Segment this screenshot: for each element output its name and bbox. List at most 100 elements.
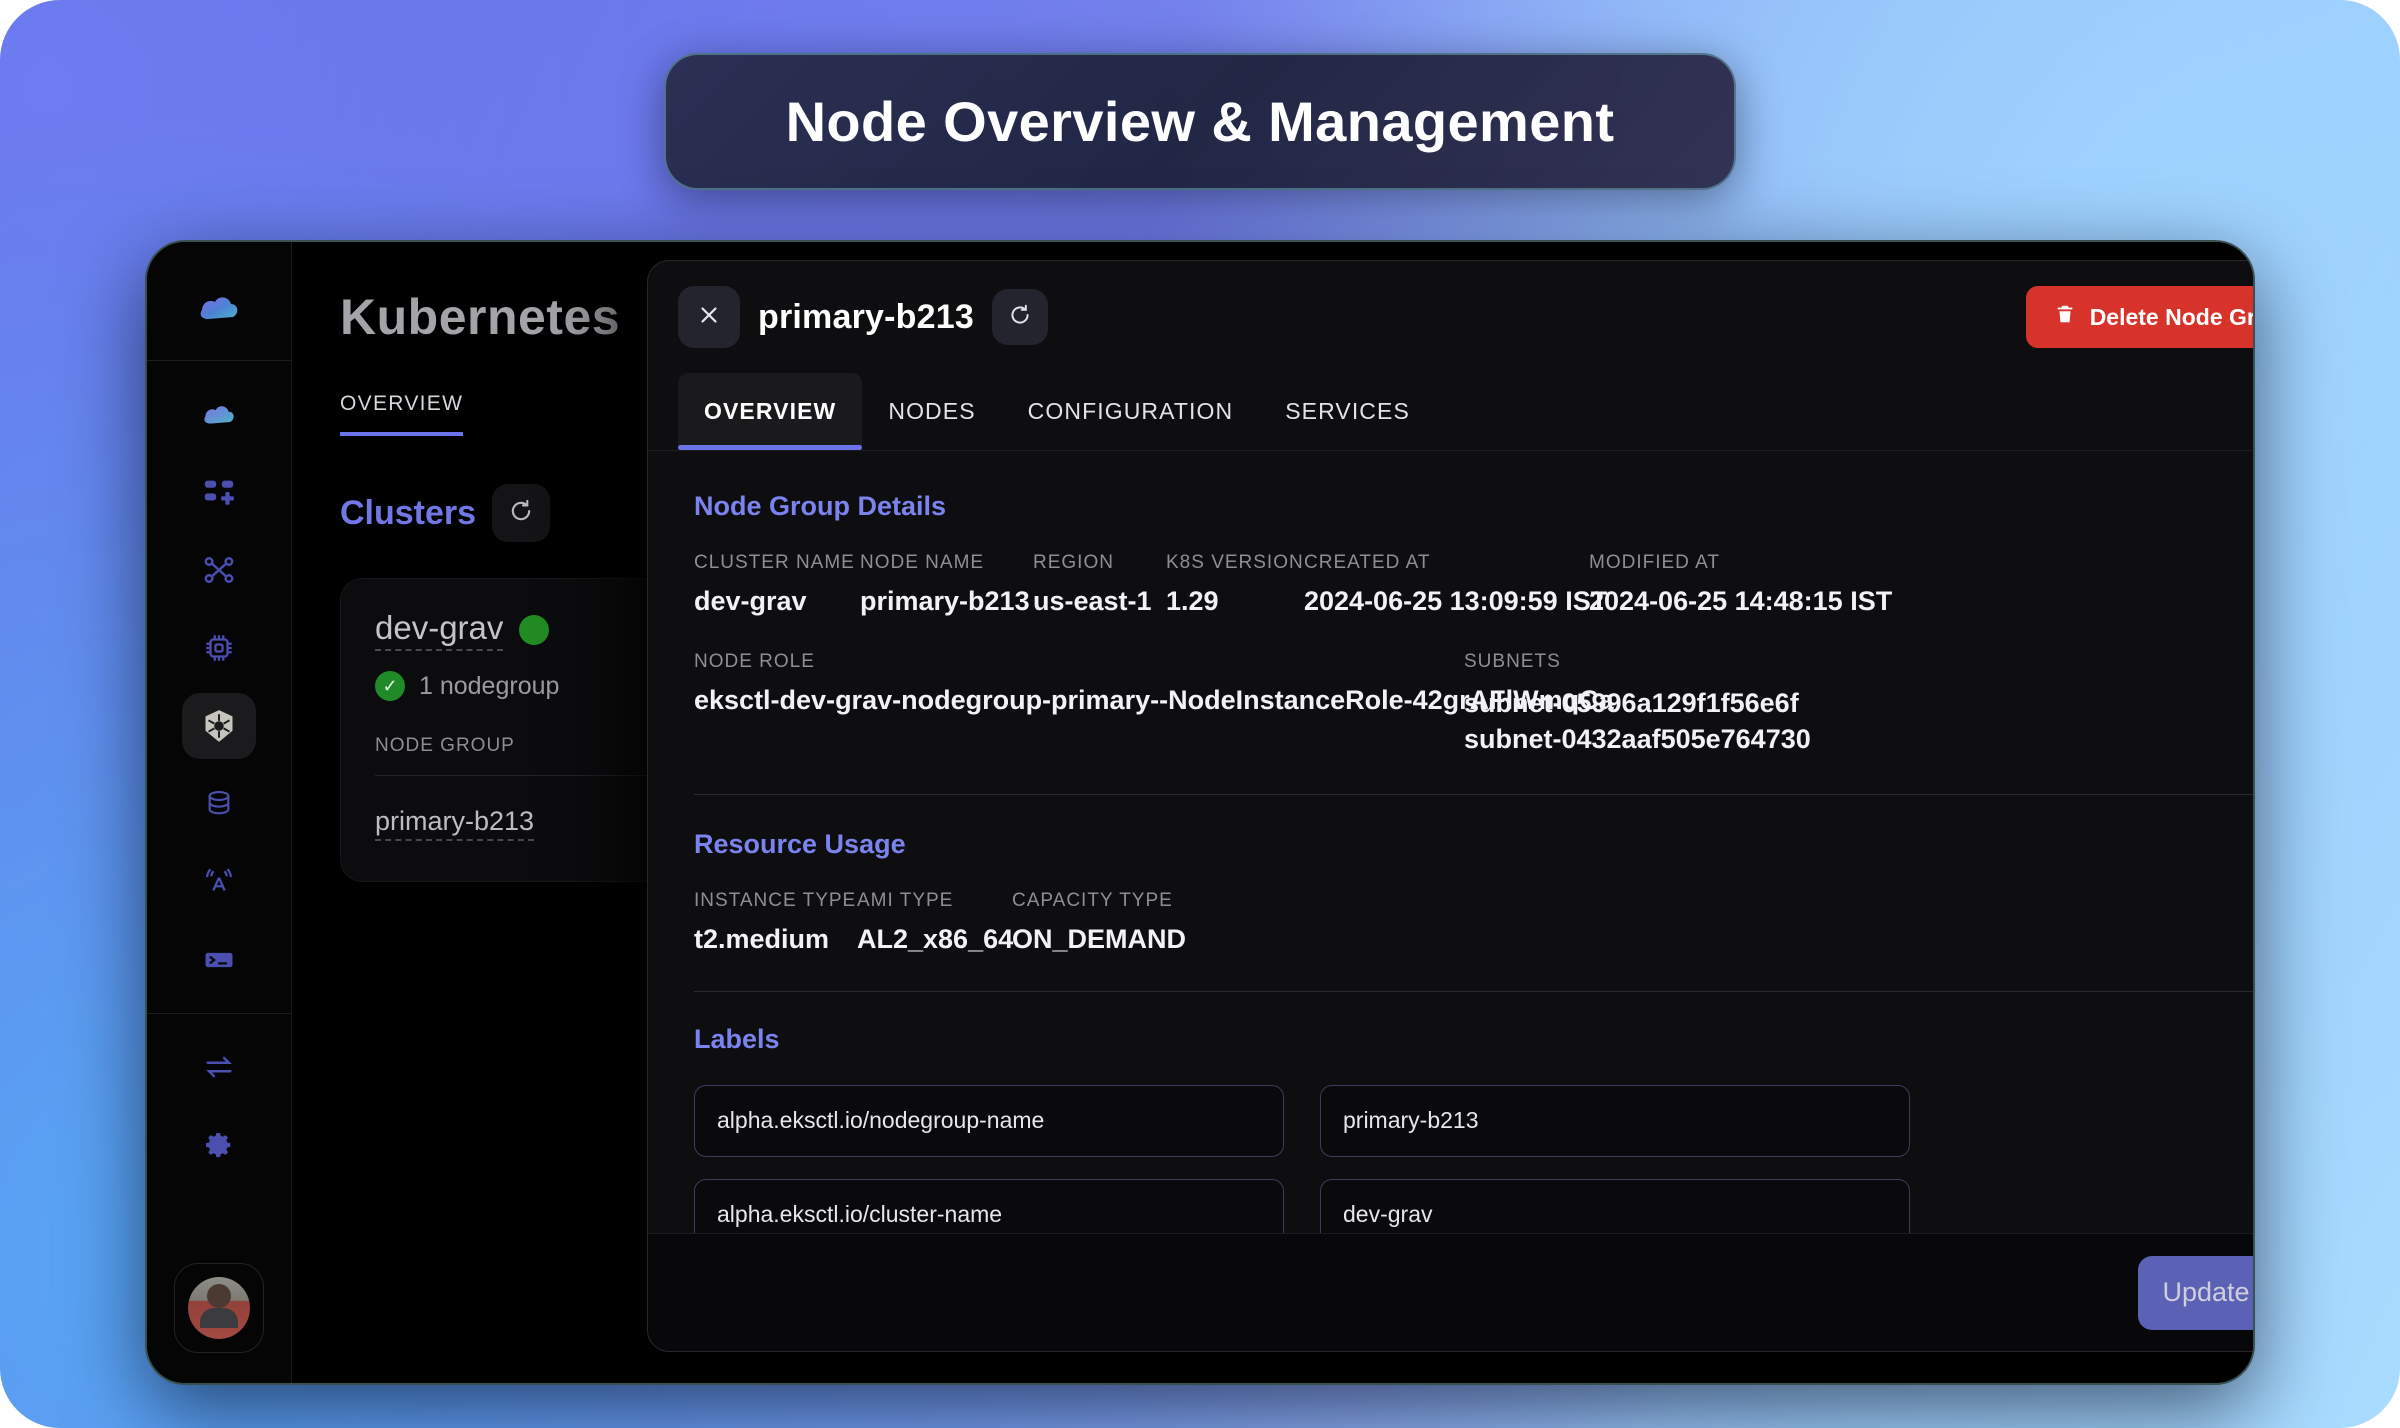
database-icon [203, 788, 235, 820]
field-node-name: NODE NAME primary-b213 [860, 552, 1033, 617]
field-value: subnet-05996a129f1f56e6f subnet-0432aaf5… [1464, 685, 1811, 758]
field-value: AL2_x86_64 [857, 924, 1012, 955]
avatar [188, 1277, 250, 1339]
clusters-refresh-button[interactable] [492, 484, 550, 542]
field-value: 1.29 [1166, 586, 1304, 617]
check-icon: ✓ [375, 671, 405, 701]
cluster-name[interactable]: dev-grav [375, 609, 503, 651]
cluster-status-badge [519, 615, 549, 645]
delete-node-group-label: Delete Node Group [2090, 304, 2253, 331]
modal-body: Node Group Details CLUSTER NAME dev-grav… [648, 451, 2253, 1233]
sidebar-item-logo[interactable] [182, 274, 256, 340]
sidebar-item-settings[interactable] [182, 1112, 256, 1178]
field-label: CREATED AT [1304, 552, 1589, 574]
field-label: CLUSTER NAME [694, 552, 860, 574]
field-value: eksctl-dev-grav-nodegroup-primary--NodeI… [694, 685, 1464, 716]
transfer-arrows-icon [202, 1050, 236, 1084]
page-tab-overview[interactable]: OVERVIEW [340, 392, 463, 436]
backdrop: Node Overview & Management [0, 0, 2400, 1428]
field-label: CAPACITY TYPE [1012, 890, 1186, 912]
modal-refresh-button[interactable] [992, 289, 1048, 345]
field-value: primary-b213 [860, 586, 1033, 617]
modal-tabs: OVERVIEW NODES CONFIGURATION SERVICES [648, 373, 2253, 451]
update-button[interactable]: Update [2138, 1256, 2253, 1330]
cluster-nodegroup-link[interactable]: primary-b213 [375, 806, 534, 841]
details-row-2: NODE ROLE eksctl-dev-grav-nodegroup-prim… [694, 651, 2253, 758]
sidebar-divider-top [147, 360, 292, 361]
refresh-icon [1007, 302, 1033, 333]
field-label: NODE ROLE [694, 651, 1464, 673]
update-button-label: Update [2162, 1277, 2249, 1308]
label-value-input[interactable] [1320, 1085, 1910, 1157]
sidebar-item-monitoring[interactable] [182, 849, 256, 915]
field-label: REGION [1033, 552, 1166, 574]
field-value: t2.medium [694, 924, 857, 955]
sidebar-item-network[interactable] [182, 537, 256, 603]
divider-resource [694, 794, 2253, 795]
field-created-at: CREATED AT 2024-06-25 13:09:59 IST [1304, 552, 1589, 617]
sidebar-item-dashboard[interactable] [182, 459, 256, 525]
close-icon [696, 302, 722, 333]
sidebar-item-cloud[interactable] [182, 381, 256, 447]
kubernetes-helm-icon [201, 708, 237, 744]
dashboard-grid-icon [202, 475, 236, 509]
labels-grid [694, 1085, 2253, 1233]
label-key-input[interactable] [694, 1085, 1284, 1157]
field-capacity-type: CAPACITY TYPE ON_DEMAND [1012, 890, 1186, 955]
close-button[interactable] [678, 286, 740, 348]
field-instance-type: INSTANCE TYPE t2.medium [694, 890, 857, 955]
sidebar-divider-bottom [147, 1013, 292, 1014]
trash-icon [2054, 303, 2076, 331]
app-window: Kubernetes OVERVIEW Clusters dev-grav [145, 240, 2255, 1385]
sidebar-item-compute[interactable] [182, 615, 256, 681]
modal-header: primary-b213 [648, 261, 2253, 373]
label-value-input[interactable] [1320, 1179, 1910, 1233]
field-value: 2024-06-25 13:09:59 IST [1304, 586, 1589, 617]
field-cluster-name: CLUSTER NAME dev-grav [694, 552, 860, 617]
sidebar-item-transfer[interactable] [182, 1034, 256, 1100]
field-label: INSTANCE TYPE [694, 890, 857, 912]
resource-row: INSTANCE TYPE t2.medium AMI TYPE AL2_x86… [694, 890, 2253, 955]
field-ami-type: AMI TYPE AL2_x86_64 [857, 890, 1012, 955]
field-k8s-version: K8S VERSION 1.29 [1166, 552, 1304, 617]
field-modified-at: MODIFIED AT 2024-06-25 14:48:15 IST [1589, 552, 1892, 617]
broadcast-antenna-icon [202, 865, 236, 899]
user-profile-button[interactable] [174, 1263, 264, 1353]
sidebar-item-database[interactable] [182, 771, 256, 837]
field-label: MODIFIED AT [1589, 552, 1892, 574]
field-value: dev-grav [694, 586, 860, 617]
field-node-role: NODE ROLE eksctl-dev-grav-nodegroup-prim… [694, 651, 1464, 758]
sidebar [147, 242, 292, 1383]
cloud-icon [201, 402, 237, 426]
divider-labels [694, 991, 2253, 992]
node-group-detail-modal: primary-b213 [647, 260, 2253, 1352]
sidebar-item-terminal[interactable] [182, 927, 256, 993]
field-label: K8S VERSION [1166, 552, 1304, 574]
field-label: NODE NAME [860, 552, 1033, 574]
field-value: ON_DEMAND [1012, 924, 1186, 955]
refresh-icon [507, 497, 535, 530]
modal-footer: Update [648, 1233, 2253, 1351]
field-label: AMI TYPE [857, 890, 1012, 912]
labels-heading: Labels [694, 1024, 2253, 1055]
banner-title: Node Overview & Management [786, 89, 1615, 154]
field-value: 2024-06-25 14:48:15 IST [1589, 586, 1892, 617]
logo-cloud-icon [198, 292, 240, 322]
tab-nodes[interactable]: NODES [862, 373, 1001, 450]
field-region: REGION us-east-1 [1033, 552, 1166, 617]
sidebar-item-kubernetes[interactable] [182, 693, 256, 759]
delete-node-group-button[interactable]: Delete Node Group [2026, 286, 2253, 348]
tab-services[interactable]: SERVICES [1259, 373, 1436, 450]
clusters-heading: Clusters [340, 494, 476, 533]
network-topology-icon [202, 553, 236, 587]
field-subnets: SUBNETS subnet-05996a129f1f56e6f subnet-… [1464, 651, 1811, 758]
page-content: Kubernetes OVERVIEW Clusters dev-grav [292, 242, 2253, 1383]
tab-overview[interactable]: OVERVIEW [678, 373, 862, 450]
details-row-1: CLUSTER NAME dev-grav NODE NAME primary-… [694, 552, 2253, 617]
label-key-input[interactable] [694, 1179, 1284, 1233]
terminal-icon [202, 943, 236, 977]
gear-icon [202, 1128, 236, 1162]
field-label: SUBNETS [1464, 651, 1811, 673]
tab-configuration[interactable]: CONFIGURATION [1002, 373, 1260, 450]
resource-usage-heading: Resource Usage [694, 829, 2253, 860]
